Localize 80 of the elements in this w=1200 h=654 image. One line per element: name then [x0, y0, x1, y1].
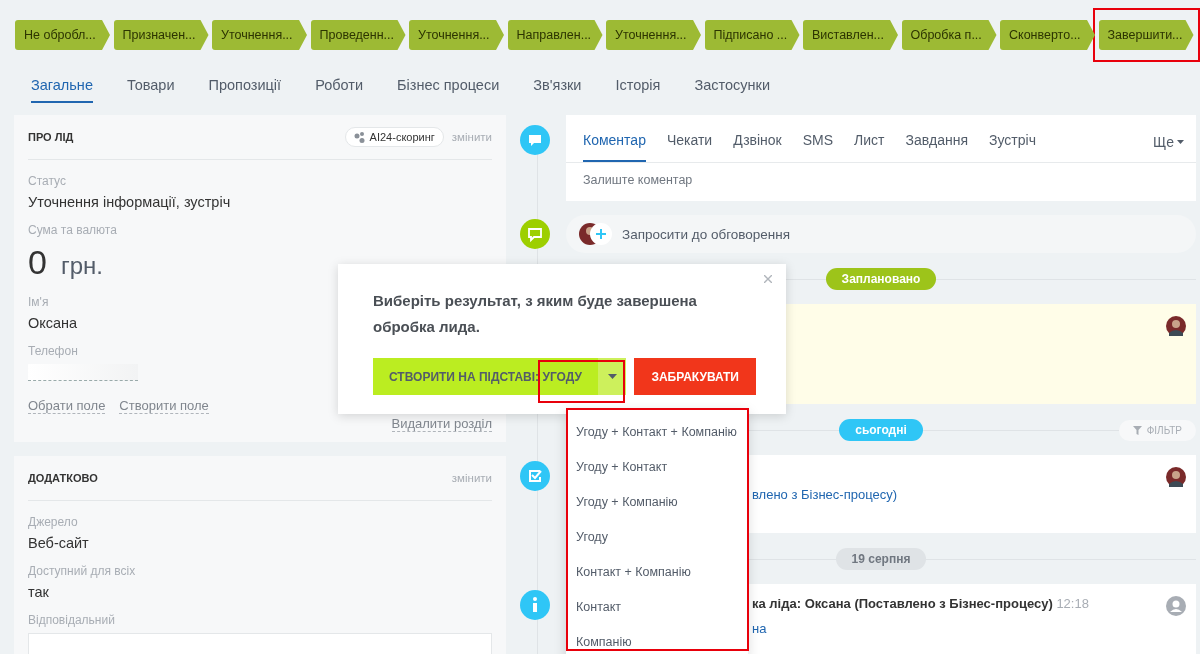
more-menu[interactable]: Ще [1153, 134, 1174, 150]
stage-step[interactable]: Підписано ... [704, 20, 800, 50]
stage-step[interactable]: Завершити... [1098, 20, 1194, 50]
field-label: Статус [28, 174, 66, 188]
field-label: Ім'я [28, 295, 49, 309]
stage-step[interactable]: Уточнення... [409, 20, 504, 50]
field-label: Джерело [28, 515, 78, 529]
stage-step[interactable]: Призначен... [113, 20, 209, 50]
stage-step[interactable]: Уточнення... [212, 20, 307, 50]
scoring-badge[interactable]: AI24-скоринг [344, 127, 444, 147]
menu-item[interactable]: Угоду + Контакт + Компанію [566, 420, 748, 455]
tab[interactable]: Товари [126, 77, 175, 103]
amount-value: 0 [28, 243, 47, 282]
menu-item[interactable]: Компанію [566, 630, 748, 654]
field-label: Телефон [28, 344, 78, 358]
user-icon [1166, 596, 1186, 616]
menu-item[interactable]: Угоду + Контакт [566, 455, 748, 490]
avatar-add-icon [578, 222, 614, 246]
menu-item[interactable]: Контакт + Компанію [566, 560, 748, 595]
date-label: 19 серпня [835, 548, 927, 570]
activity-link[interactable]: на [752, 621, 1166, 636]
tab[interactable]: Історія [615, 77, 661, 103]
stage-step[interactable]: Не обробл... [15, 20, 110, 50]
card-title: ДОДАТКОВО [28, 472, 99, 484]
menu-item[interactable]: Контакт [566, 595, 748, 630]
create-button[interactable]: СТВОРИТИ НА ПІДСТАВІ: УГОДУ [373, 358, 598, 395]
delete-link[interactable]: Видалити розділ [391, 416, 492, 432]
avatar-icon [1166, 467, 1186, 487]
tab[interactable]: Зв'язки [533, 77, 582, 103]
stage-step[interactable]: Направлен... [507, 20, 603, 50]
composer-tab[interactable]: SMS [802, 132, 834, 162]
action-link[interactable]: Створити поле [119, 398, 209, 414]
composer-tab[interactable]: Коментар [583, 132, 646, 162]
activity-title: ка ліда: Оксана (Поставлено з Бізнес-процесу) [752, 596, 1053, 611]
filter-icon [1132, 425, 1142, 435]
card-title: ПРО ЛІД [28, 131, 75, 143]
stage-step[interactable]: Проведенн... [310, 20, 406, 50]
tab[interactable]: Бізнес процеси [397, 77, 500, 103]
info-icon [520, 590, 550, 620]
field-value: Веб-сайт [28, 535, 89, 551]
comment-icon [520, 125, 550, 155]
date-label: сьогодні [839, 419, 923, 441]
field-label: Відповідальний [28, 613, 115, 627]
stage-step[interactable]: Обробка п... [901, 20, 997, 50]
dialog-message: Виберіть результат, з яким буде завершена обробка лида. [373, 291, 698, 337]
invite-label: Запросити до обговорення [622, 226, 791, 242]
avatar-icon [1166, 316, 1186, 336]
caret-icon [607, 374, 617, 379]
comment-field[interactable]: Залиште коментар [566, 163, 1196, 201]
input-field[interactable] [28, 633, 492, 654]
field-value: Оксана [28, 315, 78, 331]
composer-tab[interactable]: Чекати [666, 132, 713, 162]
field-value: Уточнення інформації, зустріч [28, 194, 231, 210]
stage-step[interactable]: Уточнення... [606, 20, 701, 50]
tab[interactable]: Пропозиції [208, 77, 282, 103]
tab[interactable]: Застосунки [694, 77, 771, 103]
field-label: Сума та валюта [28, 223, 117, 237]
date-label: Заплановано [825, 268, 937, 290]
currency-label: грн. [60, 252, 103, 280]
invite-bar[interactable]: Запросити до обговорення [566, 215, 1196, 253]
menu-item[interactable]: Угоду + Компанію [566, 490, 748, 525]
stage-step[interactable]: Сконверто... [1000, 20, 1095, 50]
composer-tab[interactable]: Завдання [905, 132, 969, 162]
reject-button[interactable]: ЗАБРАКУВАТИ [634, 358, 756, 395]
task-icon [520, 461, 550, 491]
composer-tab[interactable]: Лист [854, 132, 885, 162]
composer-tab[interactable]: Дзвінок [733, 132, 782, 162]
stage-step[interactable]: Виставлен... [803, 20, 898, 50]
menu-item[interactable]: Угоду [566, 525, 748, 560]
chat-icon [520, 219, 550, 249]
composer-tab[interactable]: Зустріч [989, 132, 1036, 162]
tab[interactable]: Загальне [31, 77, 93, 103]
tab[interactable]: Роботи [315, 77, 363, 103]
caret-icon [1177, 140, 1184, 144]
field-label: Доступний для всіх [28, 564, 136, 578]
nodes-icon [353, 131, 365, 143]
activity-time: 12:18 [1056, 596, 1089, 611]
action-link[interactable]: Обрати поле [28, 398, 106, 414]
activity-link[interactable]: влено з Бізнес-процесу) [752, 487, 1166, 502]
field-value: так [28, 584, 49, 600]
